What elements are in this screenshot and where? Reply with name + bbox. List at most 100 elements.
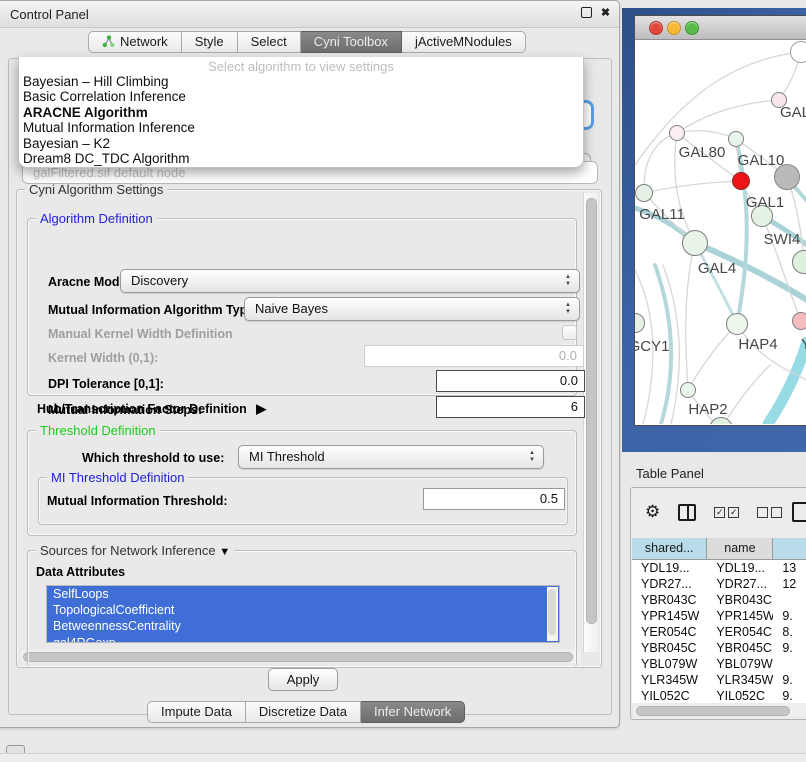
table-cell[interactable]: YPR145W — [632, 608, 707, 624]
table-cell[interactable]: YLR345W — [632, 672, 707, 688]
table-row[interactable]: YPR145WYPR145W9. — [632, 608, 806, 624]
algorithm-option-dream8-dc-tdc-algorithm[interactable]: Dream8 DC_TDC Algorithm — [19, 151, 583, 166]
network-node[interactable] — [792, 312, 806, 330]
manual-kernel-checkbox[interactable] — [562, 325, 577, 340]
algorithm-option-aracne-algorithm[interactable]: ARACNE Algorithm — [19, 105, 583, 120]
table-cell[interactable]: YBL079W — [707, 656, 773, 672]
tab-discretize-data[interactable]: Discretize Data — [246, 701, 361, 723]
apply-button[interactable]: Apply — [268, 668, 338, 691]
table-row[interactable]: YDL19...YDL19...13 — [632, 560, 806, 576]
mi-steps-field[interactable]: 6 — [436, 396, 585, 418]
column-header-name[interactable]: name — [707, 538, 773, 559]
algorithm-option-bayesian-k2[interactable]: Bayesian – K2 — [19, 136, 583, 151]
table-cell[interactable]: YBR043C — [632, 592, 707, 608]
attribute-item[interactable]: SelfLoops — [47, 586, 559, 602]
table-cell[interactable]: 12 — [773, 576, 806, 592]
tab-label: Style — [195, 34, 224, 49]
algorithm-option-basic-correlation-inference[interactable]: Basic Correlation Inference — [19, 89, 583, 104]
table-cell[interactable]: YPR145W — [707, 608, 773, 624]
attribute-item[interactable]: BetweennessCentrality — [47, 618, 559, 634]
gear-icon[interactable]: ⚙ — [645, 503, 660, 521]
table-row[interactable]: YDR27...YDR27...12 — [632, 576, 806, 592]
network-canvas[interactable]: GALGAL80GAL10GAL1GAL11SWI4GAL4GCY1HAP4YH… — [635, 40, 806, 424]
table-cell[interactable]: YDL19... — [632, 560, 707, 576]
sources-group-title[interactable]: Sources for Network Inference ▼ — [36, 543, 234, 558]
column-header-extra[interactable] — [773, 538, 806, 559]
control-panel-titlebar[interactable]: Control Panel ✖ — [0, 1, 619, 28]
table-row[interactable]: YER054CYER054C8. — [632, 624, 806, 640]
table-cell[interactable]: 13 — [773, 560, 806, 576]
tab-impute-data[interactable]: Impute Data — [147, 701, 246, 723]
table-cell[interactable]: YDL19... — [707, 560, 773, 576]
network-node[interactable] — [635, 184, 653, 202]
table-cell[interactable]: YER054C — [707, 624, 773, 640]
table-row[interactable]: YLR345WYLR345W9. — [632, 672, 806, 688]
table-cell[interactable] — [773, 592, 806, 608]
tab-infer-network[interactable]: Infer Network — [361, 701, 465, 723]
tab-style[interactable]: Style — [182, 31, 238, 53]
network-view-window[interactable]: GALGAL80GAL10GAL1GAL11SWI4GAL4GCY1HAP4YH… — [634, 15, 806, 426]
kernel-width-field[interactable]: 0.0 — [364, 345, 584, 367]
attribute-item[interactable]: gal4RGexp — [47, 635, 559, 643]
table-cell[interactable]: YLR345W — [707, 672, 773, 688]
mi-threshold-field[interactable]: 0.5 — [423, 488, 565, 510]
file-icon[interactable] — [792, 502, 806, 522]
table-cell[interactable]: 9. — [773, 688, 806, 703]
table-cell[interactable] — [773, 656, 806, 672]
table-horizontal-scrollbar-thumb[interactable] — [636, 706, 790, 716]
table-cell[interactable]: YBR045C — [707, 640, 773, 656]
network-node[interactable] — [682, 230, 708, 256]
table-cell[interactable]: YBR043C — [707, 592, 773, 608]
minimize-traffic-light-icon[interactable] — [667, 21, 681, 35]
table-cell[interactable]: 9. — [773, 672, 806, 688]
table-cell[interactable]: YDR27... — [707, 576, 773, 592]
attribute-item[interactable]: TopologicalCoefficient — [47, 602, 559, 618]
tab-jactivemnodules[interactable]: jActiveMNodules — [402, 31, 526, 53]
network-node[interactable] — [726, 313, 748, 335]
table-row[interactable]: YBR043CYBR043C — [632, 592, 806, 608]
table-row[interactable]: YIL052CYIL052C9. — [632, 688, 806, 703]
algorithm-option-mutual-information-inference[interactable]: Mutual Information Inference — [19, 120, 583, 135]
network-node[interactable] — [732, 172, 750, 190]
attributes-scrollbar[interactable] — [547, 587, 558, 641]
close-traffic-light-icon[interactable] — [649, 21, 663, 35]
mi-type-combo[interactable]: Naive Bayes ▲▼ — [244, 297, 580, 321]
table-cell[interactable]: YER054C — [632, 624, 707, 640]
tab-cyni-toolbox[interactable]: Cyni Toolbox — [301, 31, 402, 53]
table-cell[interactable]: YDR27... — [632, 576, 707, 592]
tab-network[interactable]: Network — [88, 31, 182, 53]
tab-select[interactable]: Select — [238, 31, 301, 53]
select-all-icon[interactable]: ✓✓ — [714, 507, 739, 518]
table-horizontal-scrollbar[interactable] — [634, 704, 806, 716]
attributes-scrollbar-thumb[interactable] — [548, 589, 556, 635]
column-layout-icon[interactable] — [678, 504, 696, 521]
column-header-shared...[interactable]: shared... — [632, 538, 707, 559]
settings-vertical-scrollbar[interactable] — [583, 193, 598, 652]
network-node[interactable] — [790, 41, 806, 63]
network-window-titlebar[interactable] — [635, 16, 806, 40]
table-cell[interactable]: 8. — [773, 624, 806, 640]
settings-vertical-scrollbar-thumb[interactable] — [586, 198, 597, 624]
which-threshold-combo[interactable]: MI Threshold ▲▼ — [238, 445, 544, 469]
table-cell[interactable]: YBL079W — [632, 656, 707, 672]
deselect-all-icon[interactable] — [757, 507, 782, 518]
dpi-tolerance-field[interactable]: 0.0 — [436, 370, 585, 392]
float-window-button[interactable] — [580, 7, 593, 20]
algorithm-option-bayesian-hill-climbing[interactable]: Bayesian – Hill Climbing — [19, 74, 583, 89]
network-node[interactable] — [669, 125, 685, 141]
table-cell[interactable]: 9. — [773, 640, 806, 656]
table-row[interactable]: YBR045CYBR045C9. — [632, 640, 806, 656]
zoom-traffic-light-icon[interactable] — [685, 21, 699, 35]
table-cell[interactable]: 9. — [773, 608, 806, 624]
network-edge — [688, 324, 737, 390]
table-row[interactable]: YBL079WYBL079W — [632, 656, 806, 672]
hub-definition-toggle[interactable]: Hub/Transcription Factor Definition ▶ — [37, 401, 266, 417]
aracne-mode-combo[interactable]: Discovery ▲▼ — [120, 269, 580, 293]
network-node[interactable] — [728, 131, 744, 147]
table-cell[interactable]: YIL052C — [707, 688, 773, 703]
close-window-button[interactable]: ✖ — [599, 7, 612, 20]
table-cell[interactable]: YIL052C — [632, 688, 707, 703]
table-cell[interactable]: YBR045C — [632, 640, 707, 656]
network-edge — [677, 100, 779, 133]
network-node[interactable] — [680, 382, 696, 398]
